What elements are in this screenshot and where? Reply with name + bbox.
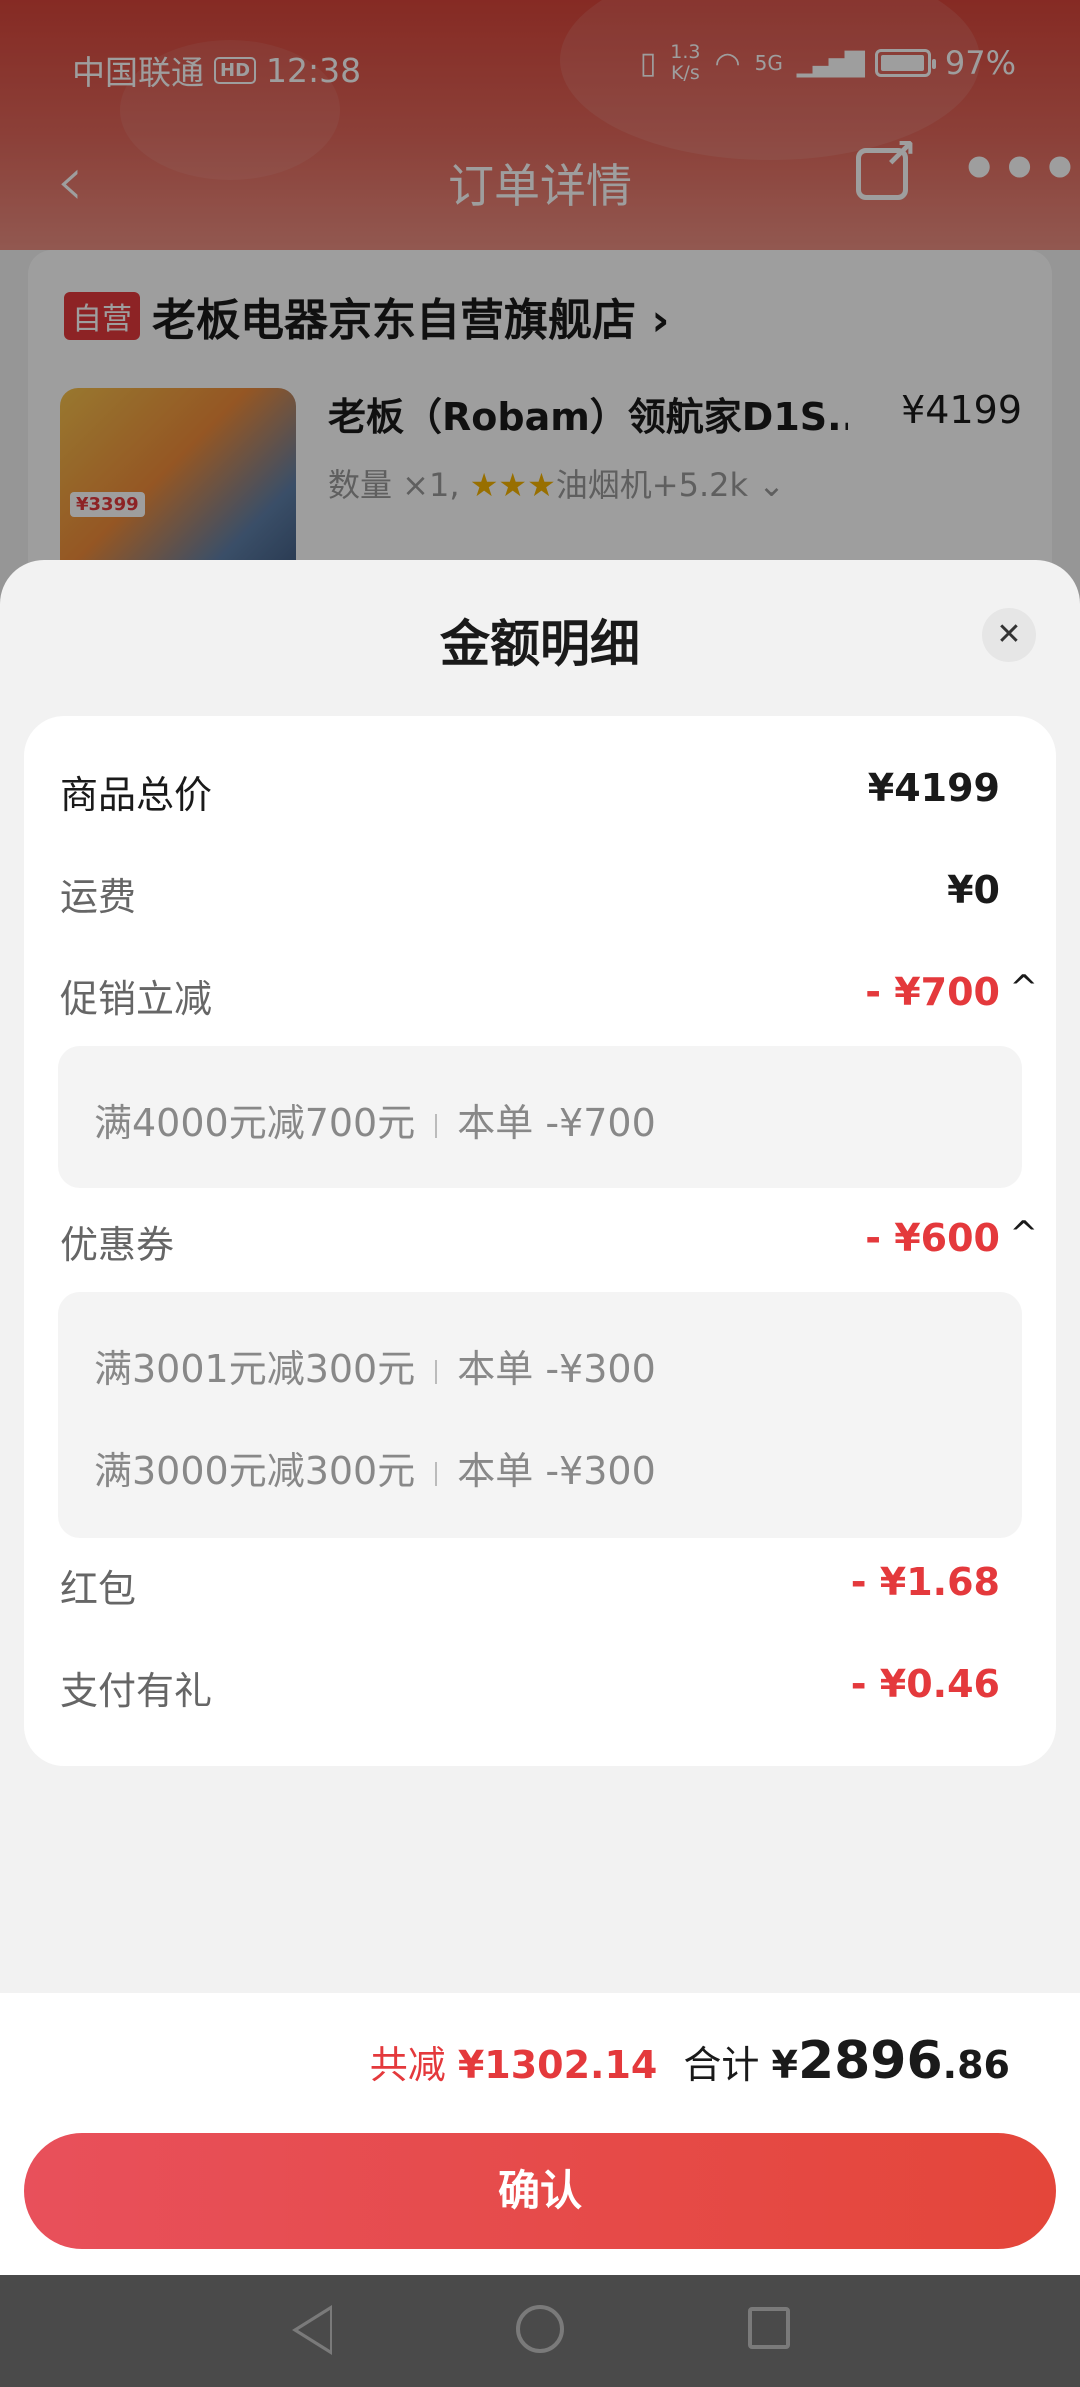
promo-rule: 满4000元减700元 — [94, 1101, 416, 1145]
red-packet-row: 红包 - ¥1.68 — [60, 1558, 1020, 1618]
promo-amount: 本单 -¥700 — [457, 1101, 656, 1145]
red-packet-value: - ¥1.68 — [850, 1560, 1000, 1604]
chevron-up-icon[interactable]: ^ — [1010, 968, 1039, 1008]
separator — [435, 1113, 438, 1138]
amount-detail-card: 商品总价 ¥4199 运费 ¥0 促销立减 - ¥700 ^ 满4000元减70… — [24, 716, 1056, 1766]
promo-detail-box: 满4000元减700元 本单 -¥700 — [58, 1046, 1022, 1188]
promo-row[interactable]: 促销立减 - ¥700 ^ — [60, 968, 1038, 1028]
separator — [435, 1461, 438, 1486]
coupon-amount: 本单 -¥300 — [457, 1347, 656, 1391]
goods-total-label: 商品总价 — [60, 773, 213, 817]
coupon-detail-line: 满3000元减300元 本单 -¥300 — [94, 1440, 656, 1495]
reduction-value: ¥1302.14 — [457, 2043, 658, 2087]
shipping-value: ¥0 — [947, 868, 1000, 912]
goods-total-row: 商品总价 ¥4199 — [60, 764, 1020, 824]
confirm-button[interactable]: 确认 — [24, 2133, 1056, 2249]
home-icon[interactable] — [516, 2305, 564, 2353]
promo-value: - ¥700 — [865, 970, 1000, 1014]
back-icon[interactable] — [292, 2305, 332, 2355]
total-label: 合计 — [683, 2043, 760, 2087]
coupon-rule: 满3001元减300元 — [94, 1347, 416, 1391]
close-icon[interactable]: ✕ — [982, 608, 1036, 662]
shipping-row: 运费 ¥0 — [60, 866, 1020, 926]
total-reduction: 共减 ¥1302.14 — [370, 2034, 658, 2089]
separator — [435, 1359, 438, 1384]
red-packet-label: 红包 — [60, 1567, 137, 1611]
recents-icon[interactable] — [748, 2307, 790, 2349]
total-amount: 合计 ¥2896.86 — [683, 2031, 1010, 2091]
total-currency: ¥ — [771, 2043, 798, 2087]
total-integer: 2896 — [797, 2031, 943, 2091]
shipping-label: 运费 — [60, 875, 137, 919]
coupon-rule: 满3000元减300元 — [94, 1449, 416, 1493]
coupon-detail-line: 满3001元减300元 本单 -¥300 — [94, 1338, 656, 1393]
sheet-title: 金额明细 — [440, 615, 640, 673]
promo-detail-line: 满4000元减700元 本单 -¥700 — [94, 1092, 656, 1147]
total-decimal: .86 — [942, 2043, 1010, 2087]
coupon-label: 优惠券 — [60, 1223, 175, 1267]
bottom-bar: 共减 ¥1302.14 合计 ¥2896.86 确认 — [0, 1993, 1080, 2275]
chevron-up-icon[interactable]: ^ — [1010, 1214, 1039, 1254]
goods-total-value: ¥4199 — [867, 766, 1000, 810]
pay-gift-row: 支付有礼 - ¥0.46 — [60, 1660, 1020, 1720]
coupon-value: - ¥600 — [865, 1216, 1000, 1260]
pay-gift-value: - ¥0.46 — [850, 1662, 1000, 1706]
reduction-label: 共减 — [369, 2043, 446, 2087]
promo-label: 促销立减 — [60, 977, 213, 1021]
coupon-row[interactable]: 优惠券 - ¥600 ^ — [60, 1214, 1038, 1274]
system-nav-bar — [0, 2275, 1080, 2387]
price-summary: 共减 ¥1302.14 合计 ¥2896.86 — [370, 2031, 1010, 2091]
coupon-amount: 本单 -¥300 — [457, 1449, 656, 1493]
pay-gift-label: 支付有礼 — [60, 1669, 213, 1713]
coupon-detail-box: 满3001元减300元 本单 -¥300 满3000元减300元 本单 -¥300 — [58, 1292, 1022, 1538]
